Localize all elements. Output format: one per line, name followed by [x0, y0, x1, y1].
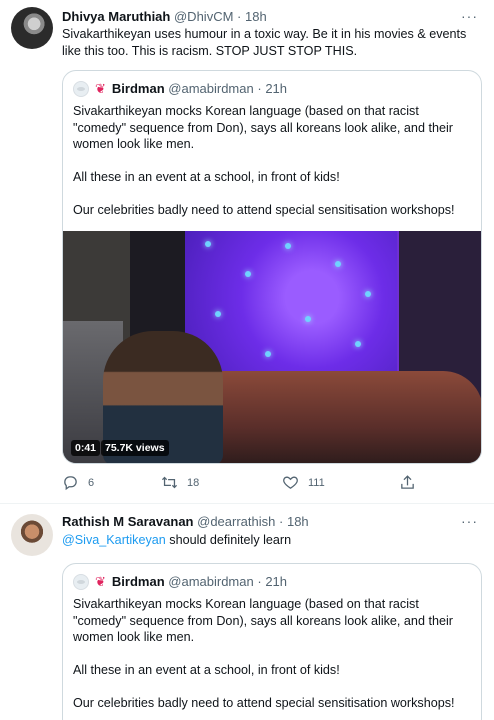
light-dot	[365, 291, 371, 297]
light-dot	[285, 243, 291, 249]
tweet-header: Rathish M Saravanan @dearrathish · 18h	[62, 514, 309, 530]
video-duration: 0:41	[71, 440, 101, 456]
quoted-author-name: Birdman	[111, 574, 165, 589]
quoted-paragraph: Sivakarthikeyan mocks Korean language (b…	[73, 104, 453, 151]
video-thumbnail[interactable]: 0:41 75.7K views	[63, 231, 481, 463]
retweet-count: 18	[187, 476, 200, 489]
separator: ·	[279, 514, 284, 529]
timestamp[interactable]: 18h	[287, 514, 309, 529]
tweet-text: @Siva_Kartikeyan should definitely learn	[62, 532, 482, 549]
quoted-paragraph: All these in an event at a school, in fr…	[73, 170, 340, 184]
light-dot	[335, 261, 341, 267]
separator: ·	[237, 9, 242, 24]
like-count: 111	[308, 476, 325, 489]
tweet[interactable]: Rathish M Saravanan @dearrathish · 18h ·…	[0, 504, 494, 720]
reply-icon	[64, 476, 77, 491]
quoted-tweet-header: ❦ Birdman @amabirdman · 21h	[73, 574, 287, 590]
quoted-avatar	[73, 574, 89, 590]
quoted-author-name: Birdman	[111, 81, 165, 96]
quoted-paragraph: All these in an event at a school, in fr…	[73, 663, 340, 677]
quoted-tweet-header: ❦ Birdman @amabirdman · 21h	[73, 81, 287, 97]
quoted-tweet[interactable]: ❦ Birdman @amabirdman · 21h Sivakarthike…	[62, 563, 482, 720]
quoted-avatar	[73, 81, 89, 97]
mention-link[interactable]: @Siva_Kartikeyan	[62, 533, 166, 547]
video-views: 75.7K views	[101, 440, 169, 456]
author-handle[interactable]: @DhivCM	[174, 9, 233, 24]
quoted-timestamp: 21h	[265, 81, 288, 96]
timestamp[interactable]: 18h	[245, 9, 267, 24]
tweet-text-rest: should definitely learn	[165, 533, 292, 547]
quoted-tweet[interactable]: ❦ Birdman @amabirdman · 21h Sivakarthike…	[62, 70, 482, 464]
quoted-author-handle: @amabirdman	[168, 81, 254, 96]
avatar[interactable]	[11, 7, 53, 49]
light-dot	[245, 271, 251, 277]
tweet-text: Sivakarthikeyan uses humour in a toxic w…	[62, 27, 467, 58]
share-button[interactable]	[399, 474, 425, 491]
tweet-actions: 6 18 111	[62, 474, 462, 494]
tweet-header: Dhivya Maruthiah @DhivCM · 18h	[62, 9, 267, 25]
share-icon	[401, 475, 414, 489]
quoted-timestamp: 21h	[265, 574, 288, 589]
more-icon[interactable]: ···	[461, 9, 478, 23]
author-name[interactable]: Dhivya Maruthiah	[62, 9, 170, 24]
author-handle[interactable]: @dearrathish	[197, 514, 275, 529]
heart-icon	[283, 476, 298, 489]
quoted-tweet-text: Sivakarthikeyan mocks Korean language (b…	[73, 103, 473, 235]
quoted-tweet-text: Sivakarthikeyan mocks Korean language (b…	[73, 596, 473, 720]
retweet-icon	[161, 476, 178, 489]
separator: ·	[257, 81, 262, 96]
avatar[interactable]	[11, 514, 53, 556]
quoted-paragraph: Sivakarthikeyan mocks Korean language (b…	[73, 597, 453, 644]
light-dot	[305, 316, 311, 322]
like-button[interactable]: 111	[282, 474, 325, 491]
quoted-paragraph: Our celebrities badly need to attend spe…	[73, 203, 455, 217]
tweet[interactable]: Dhivya Maruthiah @DhivCM · 18h ··· Sivak…	[0, 0, 494, 503]
reply-button[interactable]: 6	[62, 474, 94, 491]
light-dot	[355, 341, 361, 347]
author-name[interactable]: Rathish M Saravanan	[62, 514, 194, 529]
retweet-button[interactable]: 18	[161, 474, 199, 491]
light-dot	[265, 351, 271, 357]
separator: ·	[257, 574, 262, 589]
light-dot	[205, 241, 211, 247]
bird-icon: ❦	[95, 81, 106, 96]
quoted-author-handle: @amabirdman	[168, 574, 254, 589]
quoted-paragraph: Our celebrities badly need to attend spe…	[73, 696, 455, 710]
more-icon[interactable]: ···	[461, 514, 478, 528]
bird-icon: ❦	[95, 574, 106, 589]
light-dot	[215, 311, 221, 317]
reply-count: 6	[88, 476, 95, 489]
